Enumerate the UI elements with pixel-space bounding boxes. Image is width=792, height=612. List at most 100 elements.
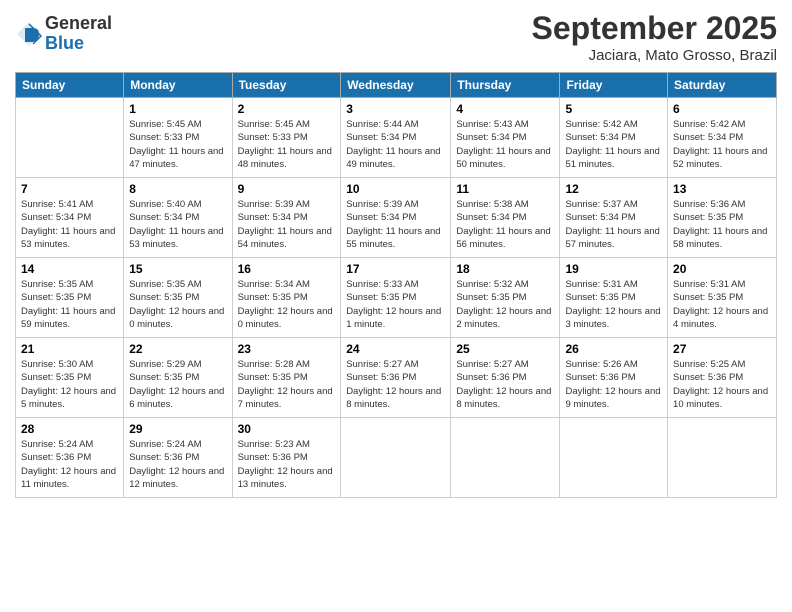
day-cell: 11Sunrise: 5:38 AMSunset: 5:34 PMDayligh… [451,178,560,258]
day-cell: 30 Sunrise: 5:23 AMSunset: 5:36 PMDayligh… [232,418,341,498]
week-row-3: 21 Sunrise: 5:30 AMSunset: 5:35 PMDayligh… [16,338,777,418]
day-detail: Sunrise: 5:35 AMSunset: 5:35 PMDaylight:… [21,278,118,331]
logo-text: General Blue [45,14,112,54]
day-detail: Sunrise: 5:39 AMSunset: 5:34 PMDaylight:… [346,198,445,251]
day-detail: Sunrise: 5:45 AMSunset: 5:33 PMDaylight:… [238,118,336,171]
day-cell: 8 Sunrise: 5:40 AMSunset: 5:34 PMDaylight… [124,178,232,258]
day-number: 29 [129,422,226,436]
day-number: 19 [565,262,662,276]
day-detail: Sunrise: 5:43 AMSunset: 5:34 PMDaylight:… [456,118,554,171]
day-number: 14 [21,262,118,276]
week-row-4: 28Sunrise: 5:24 AMSunset: 5:36 PMDayligh… [16,418,777,498]
location-subtitle: Jaciara, Mato Grosso, Brazil [532,47,777,64]
day-detail: Sunrise: 5:31 AMSunset: 5:35 PMDaylight:… [565,278,662,331]
day-cell: 18 Sunrise: 5:32 AMSunset: 5:35 PMDayligh… [451,258,560,338]
day-number: 12 [565,182,662,196]
day-cell: 25Sunrise: 5:27 AMSunset: 5:36 PMDayligh… [451,338,560,418]
day-number: 1 [129,102,226,116]
day-header-wednesday: Wednesday [341,73,451,98]
day-number: 8 [129,182,226,196]
day-number: 20 [673,262,771,276]
logo: General Blue [15,14,112,54]
day-number: 22 [129,342,226,356]
day-detail: Sunrise: 5:29 AMSunset: 5:35 PMDaylight:… [129,358,226,411]
day-detail: Sunrise: 5:30 AMSunset: 5:35 PMDaylight:… [21,358,118,411]
day-header-tuesday: Tuesday [232,73,341,98]
week-row-2: 14 Sunrise: 5:35 AMSunset: 5:35 PMDayligh… [16,258,777,338]
day-number: 2 [238,102,336,116]
day-cell: 29 Sunrise: 5:24 AMSunset: 5:36 PMDayligh… [124,418,232,498]
day-detail: Sunrise: 5:42 AMSunset: 5:34 PMDaylight:… [565,118,662,171]
day-cell: 22 Sunrise: 5:29 AMSunset: 5:35 PMDayligh… [124,338,232,418]
week-row-1: 7 Sunrise: 5:41 AMSunset: 5:34 PMDaylight… [16,178,777,258]
day-cell: 27 Sunrise: 5:25 AMSunset: 5:36 PMDayligh… [668,338,777,418]
day-header-sunday: Sunday [16,73,124,98]
day-number: 27 [673,342,771,356]
day-cell: 20 Sunrise: 5:31 AMSunset: 5:35 PMDayligh… [668,258,777,338]
day-detail: Sunrise: 5:25 AMSunset: 5:36 PMDaylight:… [673,358,771,411]
day-number: 6 [673,102,771,116]
day-header-thursday: Thursday [451,73,560,98]
day-detail: Sunrise: 5:31 AMSunset: 5:35 PMDaylight:… [673,278,771,331]
day-number: 18 [456,262,554,276]
day-cell: 1 Sunrise: 5:45 AMSunset: 5:33 PMDaylight… [124,98,232,178]
day-number: 21 [21,342,118,356]
day-cell [16,98,124,178]
day-detail: Sunrise: 5:36 AMSunset: 5:35 PMDaylight:… [673,198,771,251]
day-cell: 19 Sunrise: 5:31 AMSunset: 5:35 PMDayligh… [560,258,668,338]
day-number: 13 [673,182,771,196]
day-detail: Sunrise: 5:37 AMSunset: 5:34 PMDaylight:… [565,198,662,251]
logo-blue-text: Blue [45,34,112,54]
day-cell [668,418,777,498]
day-number: 3 [346,102,445,116]
header: General Blue September 2025 Jaciara, Mat… [15,10,777,64]
day-header-friday: Friday [560,73,668,98]
day-number: 17 [346,262,445,276]
day-cell: 26Sunrise: 5:26 AMSunset: 5:36 PMDayligh… [560,338,668,418]
day-detail: Sunrise: 5:33 AMSunset: 5:35 PMDaylight:… [346,278,445,331]
day-cell: 6 Sunrise: 5:42 AMSunset: 5:34 PMDaylight… [668,98,777,178]
day-cell: 14 Sunrise: 5:35 AMSunset: 5:35 PMDayligh… [16,258,124,338]
day-detail: Sunrise: 5:27 AMSunset: 5:36 PMDaylight:… [456,358,554,411]
day-number: 9 [238,182,336,196]
day-cell: 17 Sunrise: 5:33 AMSunset: 5:35 PMDayligh… [341,258,451,338]
day-detail: Sunrise: 5:23 AMSunset: 5:36 PMDaylight:… [238,438,336,491]
day-detail: Sunrise: 5:27 AMSunset: 5:36 PMDaylight:… [346,358,445,411]
day-detail: Sunrise: 5:28 AMSunset: 5:35 PMDaylight:… [238,358,336,411]
day-cell [451,418,560,498]
day-number: 7 [21,182,118,196]
day-cell: 24Sunrise: 5:27 AMSunset: 5:36 PMDayligh… [341,338,451,418]
day-cell: 16Sunrise: 5:34 AMSunset: 5:35 PMDayligh… [232,258,341,338]
day-number: 26 [565,342,662,356]
day-detail: Sunrise: 5:38 AMSunset: 5:34 PMDaylight:… [456,198,554,251]
day-number: 15 [129,262,226,276]
day-detail: Sunrise: 5:24 AMSunset: 5:36 PMDaylight:… [129,438,226,491]
day-number: 16 [238,262,336,276]
day-cell: 13 Sunrise: 5:36 AMSunset: 5:35 PMDayligh… [668,178,777,258]
day-detail: Sunrise: 5:35 AMSunset: 5:35 PMDaylight:… [129,278,226,331]
day-number: 23 [238,342,336,356]
day-cell: 2 Sunrise: 5:45 AMSunset: 5:33 PMDaylight… [232,98,341,178]
day-detail: Sunrise: 5:41 AMSunset: 5:34 PMDaylight:… [21,198,118,251]
month-title: September 2025 [532,10,777,47]
day-cell: 21 Sunrise: 5:30 AMSunset: 5:35 PMDayligh… [16,338,124,418]
week-row-0: 1 Sunrise: 5:45 AMSunset: 5:33 PMDaylight… [16,98,777,178]
day-detail: Sunrise: 5:24 AMSunset: 5:36 PMDaylight:… [21,438,118,491]
day-header-saturday: Saturday [668,73,777,98]
day-detail: Sunrise: 5:40 AMSunset: 5:34 PMDaylight:… [129,198,226,251]
day-cell: 12 Sunrise: 5:37 AMSunset: 5:34 PMDayligh… [560,178,668,258]
day-detail: Sunrise: 5:32 AMSunset: 5:35 PMDaylight:… [456,278,554,331]
day-detail: Sunrise: 5:42 AMSunset: 5:34 PMDaylight:… [673,118,771,171]
day-number: 10 [346,182,445,196]
day-detail: Sunrise: 5:44 AMSunset: 5:34 PMDaylight:… [346,118,445,171]
day-cell: 15 Sunrise: 5:35 AMSunset: 5:35 PMDayligh… [124,258,232,338]
calendar-table: SundayMondayTuesdayWednesdayThursdayFrid… [15,72,777,498]
title-block: September 2025 Jaciara, Mato Grosso, Bra… [532,10,777,64]
day-number: 4 [456,102,554,116]
day-cell: 28Sunrise: 5:24 AMSunset: 5:36 PMDayligh… [16,418,124,498]
day-number: 30 [238,422,336,436]
day-cell: 9Sunrise: 5:39 AMSunset: 5:34 PMDaylight… [232,178,341,258]
day-detail: Sunrise: 5:45 AMSunset: 5:33 PMDaylight:… [129,118,226,171]
day-cell: 5Sunrise: 5:42 AMSunset: 5:34 PMDaylight… [560,98,668,178]
day-cell: 3 Sunrise: 5:44 AMSunset: 5:34 PMDaylight… [341,98,451,178]
